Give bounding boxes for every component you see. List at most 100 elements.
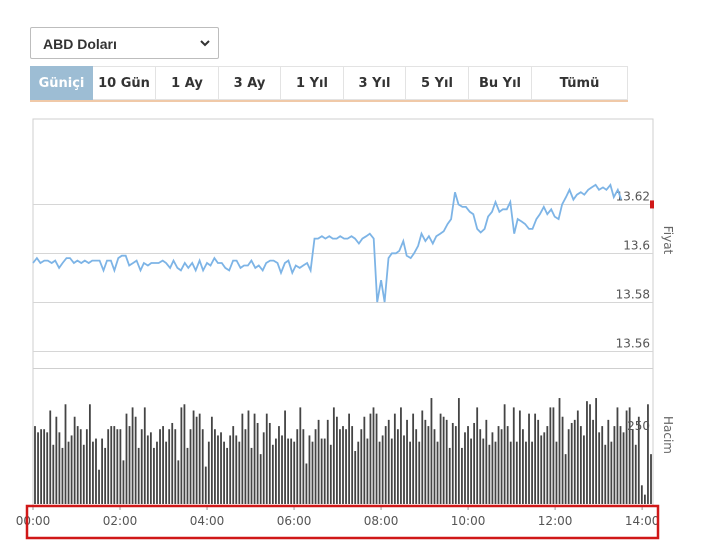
volume-bar [186,447,189,504]
volume-bar [204,466,207,504]
volume-bar [616,407,619,504]
volume-bar [457,398,460,504]
volume-bar [107,429,110,504]
volume-bar [546,426,549,504]
volume-bar [217,435,219,504]
volume-bar [409,441,411,504]
volume-bar [177,460,180,504]
volume-bar [329,444,332,504]
volume-bar [412,413,415,504]
price-volume-chart: 13.6213.613.5813.56 250 Fiyat Hacim 00:0… [16,118,675,540]
volume-bar [522,429,524,504]
volume-bar [70,435,73,504]
volume-bar [159,429,161,504]
volume-bar [442,416,445,504]
volume-bar [88,404,91,504]
volume-bar [262,432,265,504]
volume-bar [561,416,564,504]
volume-bar [345,429,347,504]
volume-y-tick: 250 [627,419,650,433]
volume-bar [610,441,613,504]
volume-bar [494,441,497,504]
volume-bar [235,435,238,504]
volume-bar [586,401,588,504]
volume-bar [247,410,250,504]
volume-bar [650,454,652,504]
volume-bar [640,485,643,504]
volume-axis-title: Hacim [661,416,675,454]
volume-bar [305,463,308,504]
volume-bar [122,460,125,504]
volume-bar [436,441,439,504]
volume-bar [400,407,402,504]
volume-bar [576,410,579,504]
price-y-tick-label: 13.58 [616,288,650,302]
volume-bar [278,426,280,504]
volume-bar [622,432,625,504]
volume-bar [354,451,357,504]
volume-bar [619,426,622,504]
volume-bar [241,413,244,504]
volume-bar [595,398,598,504]
volume-bar [363,416,366,504]
volume-bar [183,404,186,504]
volume-bar [634,444,637,504]
volume-bar [378,441,381,504]
volume-bar [284,410,286,504]
volume-bar [34,426,36,504]
volume-bar [85,429,88,504]
volume-bar [46,432,49,504]
volume-bar [153,447,155,504]
volume-bar [488,444,491,504]
volume-bar [223,441,225,504]
volume-bar [140,429,143,504]
volume-bar [342,426,344,504]
volume-bar [180,407,183,504]
volume-bar [418,441,421,504]
volume-bar [55,416,58,504]
volume-bar [275,438,277,504]
volume-bar [326,419,329,504]
volume-bar [613,426,616,504]
price-line [32,182,623,303]
volume-bar [540,435,543,504]
volume-bar [113,426,116,504]
volume-bar [479,429,482,504]
volume-bar [137,447,140,504]
volume-bar [549,407,552,504]
volume-bar [631,429,634,504]
price-y-tick-label: 13.6 [623,239,650,253]
volume-bar [256,422,259,504]
volume-bar [381,435,384,504]
volume-bar [214,429,216,504]
x-tick-label: 00:00 [16,514,51,528]
volume-bar [552,407,555,504]
x-tick-label: 08:00 [364,514,399,528]
volume-bar [311,441,314,504]
volume-bar [555,441,558,504]
volume-bar [195,416,198,504]
volume-bar [512,407,515,504]
volume-bar [40,429,42,504]
volume-bar [366,438,369,504]
volume-bar [454,426,457,504]
last-price-marker [650,200,654,209]
volume-bar [589,404,591,504]
volume-bar [424,419,427,504]
volume-bar [238,441,241,504]
volume-bar [265,413,268,504]
volume-bar [598,432,601,504]
x-tick-label: 12:00 [538,514,573,528]
volume-bar [128,426,131,504]
volume-bar [229,435,232,504]
volume-bar [415,429,418,504]
volume-bar [406,419,408,504]
volume-bar [101,438,103,504]
volume-bar [573,419,576,504]
volume-bar [293,441,296,504]
volume-bar [146,435,149,504]
volume-bar [351,426,354,504]
volume-bar [336,416,338,504]
volume-bar [271,444,274,504]
volume-bar [644,494,646,504]
